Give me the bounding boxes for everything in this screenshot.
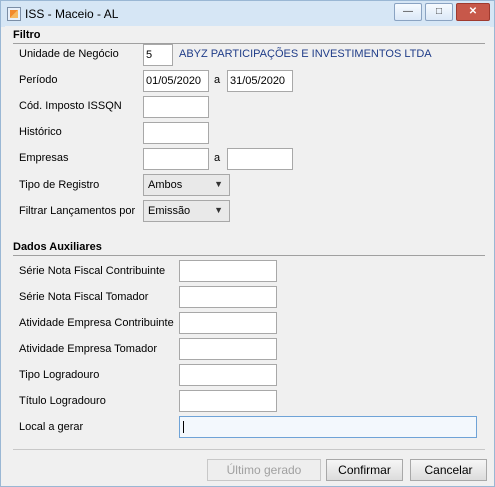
maximize-button[interactable]: □ [425, 3, 453, 21]
dados-section-title: Dados Auxiliares [13, 241, 102, 253]
empresas-from-input[interactable] [143, 148, 209, 170]
periodo-end-input[interactable]: 31/05/2020 [227, 70, 293, 92]
historico-input[interactable] [143, 122, 209, 144]
cancelar-button[interactable]: Cancelar [410, 459, 487, 481]
minimize-button[interactable]: — [394, 3, 422, 21]
titulo-logradouro-input[interactable] [179, 390, 277, 412]
tipo-registro-value: Ambos [148, 179, 183, 191]
maximize-icon: □ [435, 6, 443, 17]
title-bar[interactable]: ISS - Maceio - AL — □ ✕ [1, 1, 494, 27]
cod-imposto-input[interactable] [143, 96, 209, 118]
historico-label: Histórico [19, 126, 62, 138]
unidade-input[interactable]: 5 [143, 44, 173, 66]
tipo-registro-label: Tipo de Registro [19, 179, 100, 191]
ativ-contrib-input[interactable] [179, 312, 277, 334]
filtro-section-title: Filtro [13, 29, 41, 41]
serie-contrib-label: Série Nota Fiscal Contribuinte [19, 265, 166, 277]
tipo-logradouro-label: Tipo Logradouro [19, 369, 100, 381]
serie-contrib-input[interactable] [179, 260, 277, 282]
window-title: ISS - Maceio - AL [25, 7, 119, 21]
tipo-registro-select[interactable]: Ambos ▼ [143, 174, 230, 196]
local-label: Local a gerar [19, 421, 84, 433]
periodo-separator: a [214, 74, 221, 86]
serie-tomador-label: Série Nota Fiscal Tomador [19, 291, 149, 303]
periodo-label: Período [19, 74, 58, 86]
unidade-name: ABYZ PARTICIPAÇÕES E INVESTIMENTOS LTDA [179, 48, 432, 60]
iss-window: ISS - Maceio - AL — □ ✕ Filtro Unidade d… [0, 0, 495, 487]
periodo-start-input[interactable]: 01/05/2020 [143, 70, 209, 92]
ultimo-gerado-button[interactable]: Último gerado [207, 459, 321, 481]
filtro-divider [13, 43, 485, 44]
ativ-contrib-label: Atividade Empresa Contribuinte [19, 317, 174, 329]
confirmar-button[interactable]: Confirmar [326, 459, 403, 481]
chevron-down-icon: ▼ [214, 179, 223, 189]
dados-divider [13, 255, 485, 256]
chevron-down-icon: ▼ [214, 205, 223, 215]
empresas-to-input[interactable] [227, 148, 293, 170]
filtrar-select[interactable]: Emissão ▼ [143, 200, 230, 222]
ativ-tomador-label: Atividade Empresa Tomador [19, 343, 157, 355]
minimize-icon: — [403, 6, 413, 17]
close-button[interactable]: ✕ [456, 3, 490, 21]
local-input[interactable] [179, 416, 477, 438]
titulo-logradouro-label: Título Logradouro [19, 395, 106, 407]
filtrar-value: Emissão [148, 205, 191, 217]
serie-tomador-input[interactable] [179, 286, 277, 308]
footer-divider [13, 449, 485, 450]
ativ-tomador-input[interactable] [179, 338, 277, 360]
filtrar-label: Filtrar Lançamentos por [19, 205, 136, 217]
empresas-separator: a [214, 152, 221, 164]
close-icon: ✕ [468, 6, 478, 17]
app-icon [7, 7, 21, 21]
form-content: Filtro Unidade de Negócio 5 ABYZ PARTICI… [5, 26, 490, 484]
tipo-logradouro-input[interactable] [179, 364, 277, 386]
cod-imposto-label: Cód. Imposto ISSQN [19, 100, 122, 112]
unidade-label: Unidade de Negócio [19, 48, 119, 60]
empresas-label: Empresas [19, 152, 69, 164]
